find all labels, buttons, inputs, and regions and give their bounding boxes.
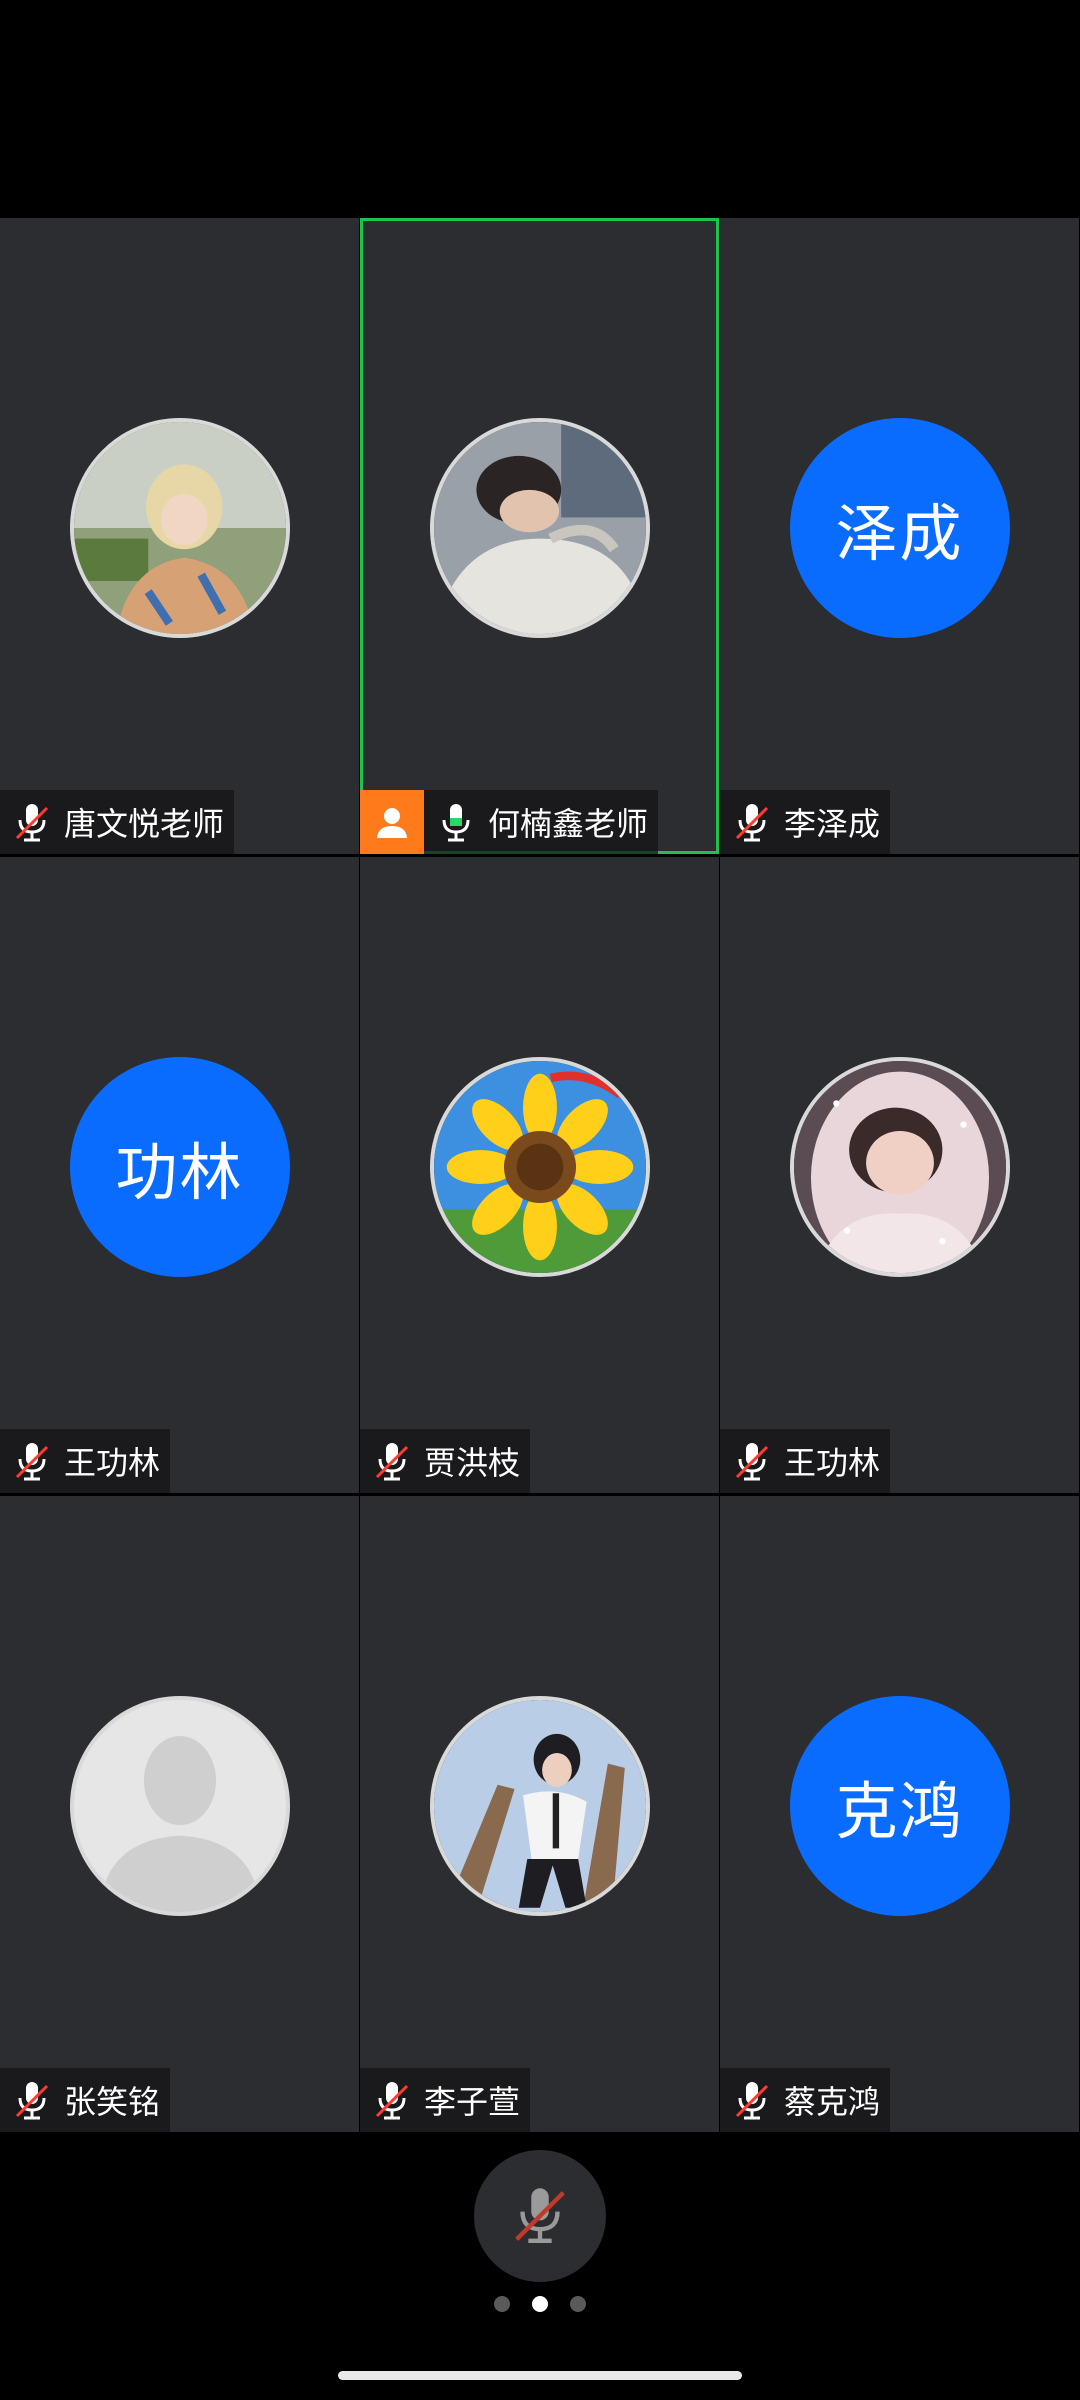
- page-dot-2-current[interactable]: [532, 2296, 548, 2312]
- person-icon: [377, 808, 407, 838]
- default-person-avatar: [73, 1700, 286, 1912]
- page-dot-1[interactable]: [494, 2296, 510, 2312]
- text-avatar: 泽成: [789, 418, 1010, 638]
- name-tag: 王功林: [720, 1429, 891, 1493]
- participant-tile[interactable]: 张笑铭: [0, 1496, 359, 2132]
- participant-tile[interactable]: 李子萱: [360, 1496, 719, 2132]
- page-indicator[interactable]: [0, 2296, 1080, 2312]
- participant-name: 李子萱: [424, 2083, 521, 2121]
- avatar: [429, 1057, 650, 1277]
- participant-tile[interactable]: 王功林: [720, 857, 1079, 1493]
- participant-tile[interactable]: 唐文悦老师: [0, 218, 359, 854]
- participant-grid: 唐文悦老师 何楠鑫老师 泽成 李泽成 功林 王功林 贾洪枝 王功林 张笑铭 李子…: [0, 218, 1080, 2135]
- photo-woman-hood-avatar: [793, 1061, 1006, 1273]
- text-avatar: 克鸿: [789, 1696, 1010, 1916]
- mic-muted-icon: [15, 804, 49, 842]
- avatar: [789, 1057, 1010, 1277]
- text-avatar: 功林: [69, 1057, 290, 1277]
- mute-toggle-button[interactable]: [474, 2150, 606, 2282]
- mic-muted-icon: [735, 2082, 769, 2120]
- participant-name: 何楠鑫老师: [488, 805, 649, 843]
- participant-name: 李泽成: [784, 805, 881, 843]
- meeting-screen: 唐文悦老师 何楠鑫老师 泽成 李泽成 功林 王功林 贾洪枝 王功林 张笑铭 李子…: [0, 0, 1080, 2400]
- participant-tile[interactable]: 贾洪枝: [360, 857, 719, 1493]
- name-tag: 何楠鑫老师: [360, 790, 659, 854]
- mic-muted-icon: [375, 2082, 409, 2120]
- mic-muted-icon: [515, 2188, 565, 2243]
- mic-muted-icon: [735, 804, 769, 842]
- mic-muted-icon: [735, 1443, 769, 1481]
- participant-name: 王功林: [784, 1444, 881, 1482]
- avatar: [69, 1696, 290, 1916]
- mic-muted-icon: [15, 1443, 49, 1481]
- mic-muted-icon: [15, 2082, 49, 2120]
- photo-blond-person-avatar: [73, 422, 286, 634]
- name-tag: 贾洪枝: [360, 1429, 531, 1493]
- name-tag: 唐文悦老师: [0, 790, 235, 854]
- avatar: [69, 418, 290, 638]
- mic-muted-icon: [375, 1443, 409, 1481]
- page-dot-3[interactable]: [570, 2296, 586, 2312]
- participant-name: 张笑铭: [64, 2083, 161, 2121]
- participant-tile[interactable]: 克鸿 蔡克鸿: [720, 1496, 1079, 2132]
- name-tag: 李泽成: [720, 790, 891, 854]
- participant-name: 王功林: [64, 1444, 161, 1482]
- participant-tile[interactable]: 功林 王功林: [0, 857, 359, 1493]
- host-badge: [360, 790, 424, 854]
- participant-name: 蔡克鸿: [784, 2083, 881, 2121]
- name-tag: 王功林: [0, 1429, 171, 1493]
- participant-name: 唐文悦老师: [64, 805, 225, 843]
- home-indicator[interactable]: [338, 2371, 742, 2380]
- participant-tile-active[interactable]: 何楠鑫老师: [360, 218, 719, 854]
- mic-active-icon: [442, 804, 470, 842]
- name-tag: 张笑铭: [0, 2068, 171, 2132]
- photo-sunflower-avatar: [433, 1061, 646, 1273]
- photo-person-sleeping-avatar: [433, 422, 646, 634]
- photo-person-tree-avatar: [433, 1700, 646, 1912]
- avatar: [429, 418, 650, 638]
- participant-name: 贾洪枝: [424, 1444, 521, 1482]
- avatar: [429, 1696, 650, 1916]
- name-tag: 李子萱: [360, 2068, 531, 2132]
- participant-tile[interactable]: 泽成 李泽成: [720, 218, 1079, 854]
- name-tag: 蔡克鸿: [720, 2068, 891, 2132]
